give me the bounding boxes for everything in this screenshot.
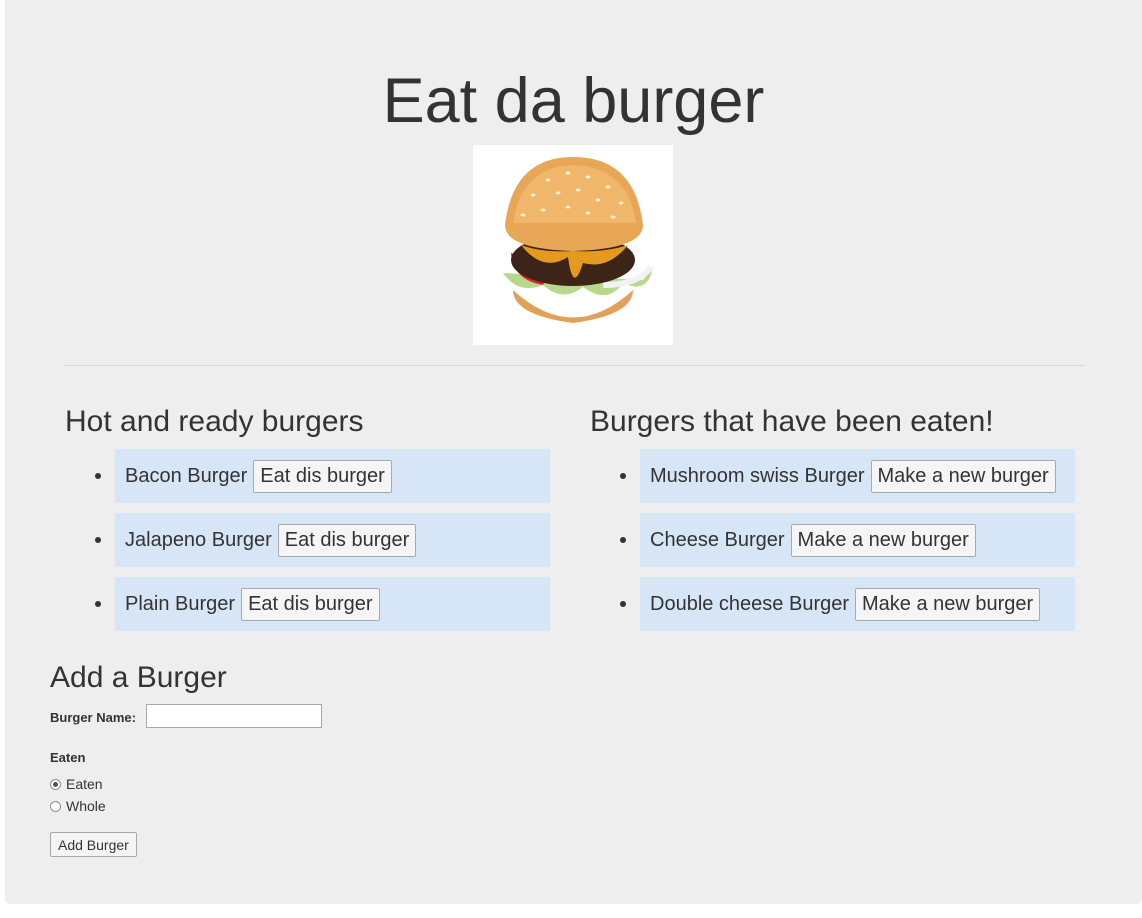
page-title: Eat da burger: [382, 66, 765, 136]
make-new-burger-button[interactable]: Make a new burger: [790, 523, 976, 557]
make-new-burger-button[interactable]: Make a new burger: [855, 587, 1041, 621]
divider: [65, 365, 1085, 366]
eat-burger-button[interactable]: Eat dis burger: [277, 523, 417, 557]
radio-whole-option[interactable]: Whole: [50, 798, 106, 814]
radio-whole-label: Whole: [66, 798, 106, 814]
burger-image: [473, 145, 673, 345]
list-item: Plain Burger Eat dis burger: [95, 577, 550, 631]
bullet-icon: [95, 537, 101, 543]
eaten-label: Eaten: [50, 750, 86, 765]
list-item: Double cheese Burger Make a new burger: [620, 577, 1075, 631]
burger-name: Cheese Burger: [650, 528, 785, 551]
bullet-icon: [95, 473, 101, 479]
bullet-icon: [620, 473, 626, 479]
radio-whole[interactable]: [50, 800, 61, 812]
list-item: Mushroom swiss Burger Make a new burger: [620, 449, 1075, 503]
burger-name: Jalapeno Burger: [125, 528, 272, 551]
list-item: Bacon Burger Eat dis burger: [95, 449, 550, 503]
bullet-icon: [95, 601, 101, 607]
add-burger-heading: Add a Burger: [50, 661, 227, 694]
eaten-burgers-heading: Burgers that have been eaten!: [590, 405, 994, 438]
burger-name: Double cheese Burger: [650, 592, 850, 615]
make-new-burger-button[interactable]: Make a new burger: [870, 459, 1056, 493]
list-item: Cheese Burger Make a new burger: [620, 513, 1075, 567]
radio-eaten[interactable]: [50, 778, 61, 790]
jumbotron: Eat da burger Hot and ready burgers Baco…: [5, 0, 1142, 904]
burger-name: Plain Burger: [125, 592, 236, 615]
hot-burgers-list: Bacon Burger Eat dis burger Jalapeno Bur…: [95, 449, 550, 641]
eaten-burgers-list: Mushroom swiss Burger Make a new burger …: [620, 449, 1075, 641]
burger-name: Mushroom swiss Burger: [650, 464, 865, 487]
bullet-icon: [620, 601, 626, 607]
radio-eaten-option[interactable]: Eaten: [50, 776, 103, 792]
list-item: Jalapeno Burger Eat dis burger: [95, 513, 550, 567]
burger-name: Bacon Burger: [125, 464, 248, 487]
eat-burger-button[interactable]: Eat dis burger: [241, 587, 380, 621]
hot-burgers-heading: Hot and ready burgers: [65, 405, 364, 438]
add-burger-button[interactable]: Add Burger: [50, 832, 137, 857]
burger-name-label: Burger Name:: [50, 710, 136, 725]
bullet-icon: [620, 537, 626, 543]
burger-name-input[interactable]: [146, 704, 322, 728]
radio-eaten-label: Eaten: [66, 776, 103, 792]
eat-burger-button[interactable]: Eat dis burger: [253, 459, 392, 493]
